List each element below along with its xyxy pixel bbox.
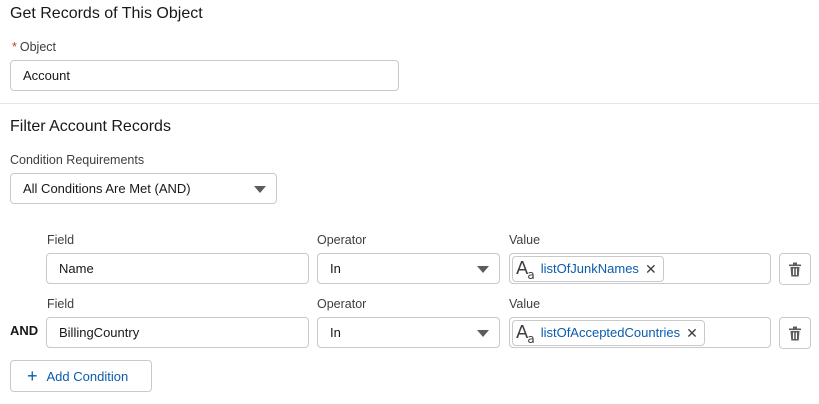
add-condition-button[interactable]: + Add Condition xyxy=(10,360,152,392)
row2-field-value: BillingCountry xyxy=(59,325,140,340)
trash-icon xyxy=(789,326,801,340)
row2-field-label: Field xyxy=(47,297,75,311)
row1-resource-name: listOfJunkNames xyxy=(540,261,639,276)
row1-operator-select[interactable]: In xyxy=(317,253,500,284)
row2-operator-value: In xyxy=(330,325,341,340)
row1-delete-button[interactable] xyxy=(779,253,811,285)
row1-resource-pill[interactable]: Aa listOfJunkNames ✕ xyxy=(512,255,664,282)
section-title-get-records: Get Records of This Object xyxy=(10,5,203,22)
row2-value-input[interactable]: Aa listOfAcceptedCountries ✕ xyxy=(509,317,771,348)
row2-value-label: Value xyxy=(509,297,541,311)
chevron-down-icon xyxy=(477,265,489,273)
section-title-filter: Filter Account Records xyxy=(10,118,171,135)
row1-operator-value: In xyxy=(330,261,341,276)
plus-icon: + xyxy=(27,366,38,386)
chevron-down-icon xyxy=(254,185,266,193)
row2-field-input[interactable]: BillingCountry xyxy=(46,317,309,348)
close-icon[interactable]: ✕ xyxy=(645,262,657,276)
and-logic-label: AND xyxy=(10,323,39,338)
trash-icon xyxy=(789,262,801,276)
section-divider xyxy=(0,103,819,104)
row1-operator-label: Operator xyxy=(317,233,367,247)
row1-field-label: Field xyxy=(47,233,75,247)
close-icon[interactable]: ✕ xyxy=(686,326,698,340)
row1-field-value: Name xyxy=(59,261,94,276)
row2-delete-button[interactable] xyxy=(779,317,811,349)
row1-field-input[interactable]: Name xyxy=(46,253,309,284)
condition-requirements-select[interactable]: All Conditions Are Met (AND) xyxy=(10,173,277,204)
condition-requirements-label: Condition Requirements xyxy=(10,153,145,167)
object-field-label: * Object xyxy=(12,40,56,54)
add-condition-label: Add Condition xyxy=(46,368,129,384)
required-marker: * xyxy=(12,40,17,54)
row2-operator-select[interactable]: In xyxy=(317,317,500,348)
row2-resource-pill[interactable]: Aa listOfAcceptedCountries ✕ xyxy=(512,319,705,346)
row2-operator-label: Operator xyxy=(317,297,367,311)
object-label-text: Object xyxy=(19,40,57,54)
condition-requirements-value: All Conditions Are Met (AND) xyxy=(23,181,191,196)
object-input[interactable]: Account xyxy=(10,60,399,91)
row2-resource-name: listOfAcceptedCountries xyxy=(540,325,681,340)
text-resource-icon: Aa xyxy=(516,257,535,282)
row1-value-label: Value xyxy=(509,233,541,247)
object-input-value: Account xyxy=(23,68,70,83)
row1-value-input[interactable]: Aa listOfJunkNames ✕ xyxy=(509,253,771,284)
chevron-down-icon xyxy=(477,329,489,337)
text-resource-icon: Aa xyxy=(516,321,535,346)
